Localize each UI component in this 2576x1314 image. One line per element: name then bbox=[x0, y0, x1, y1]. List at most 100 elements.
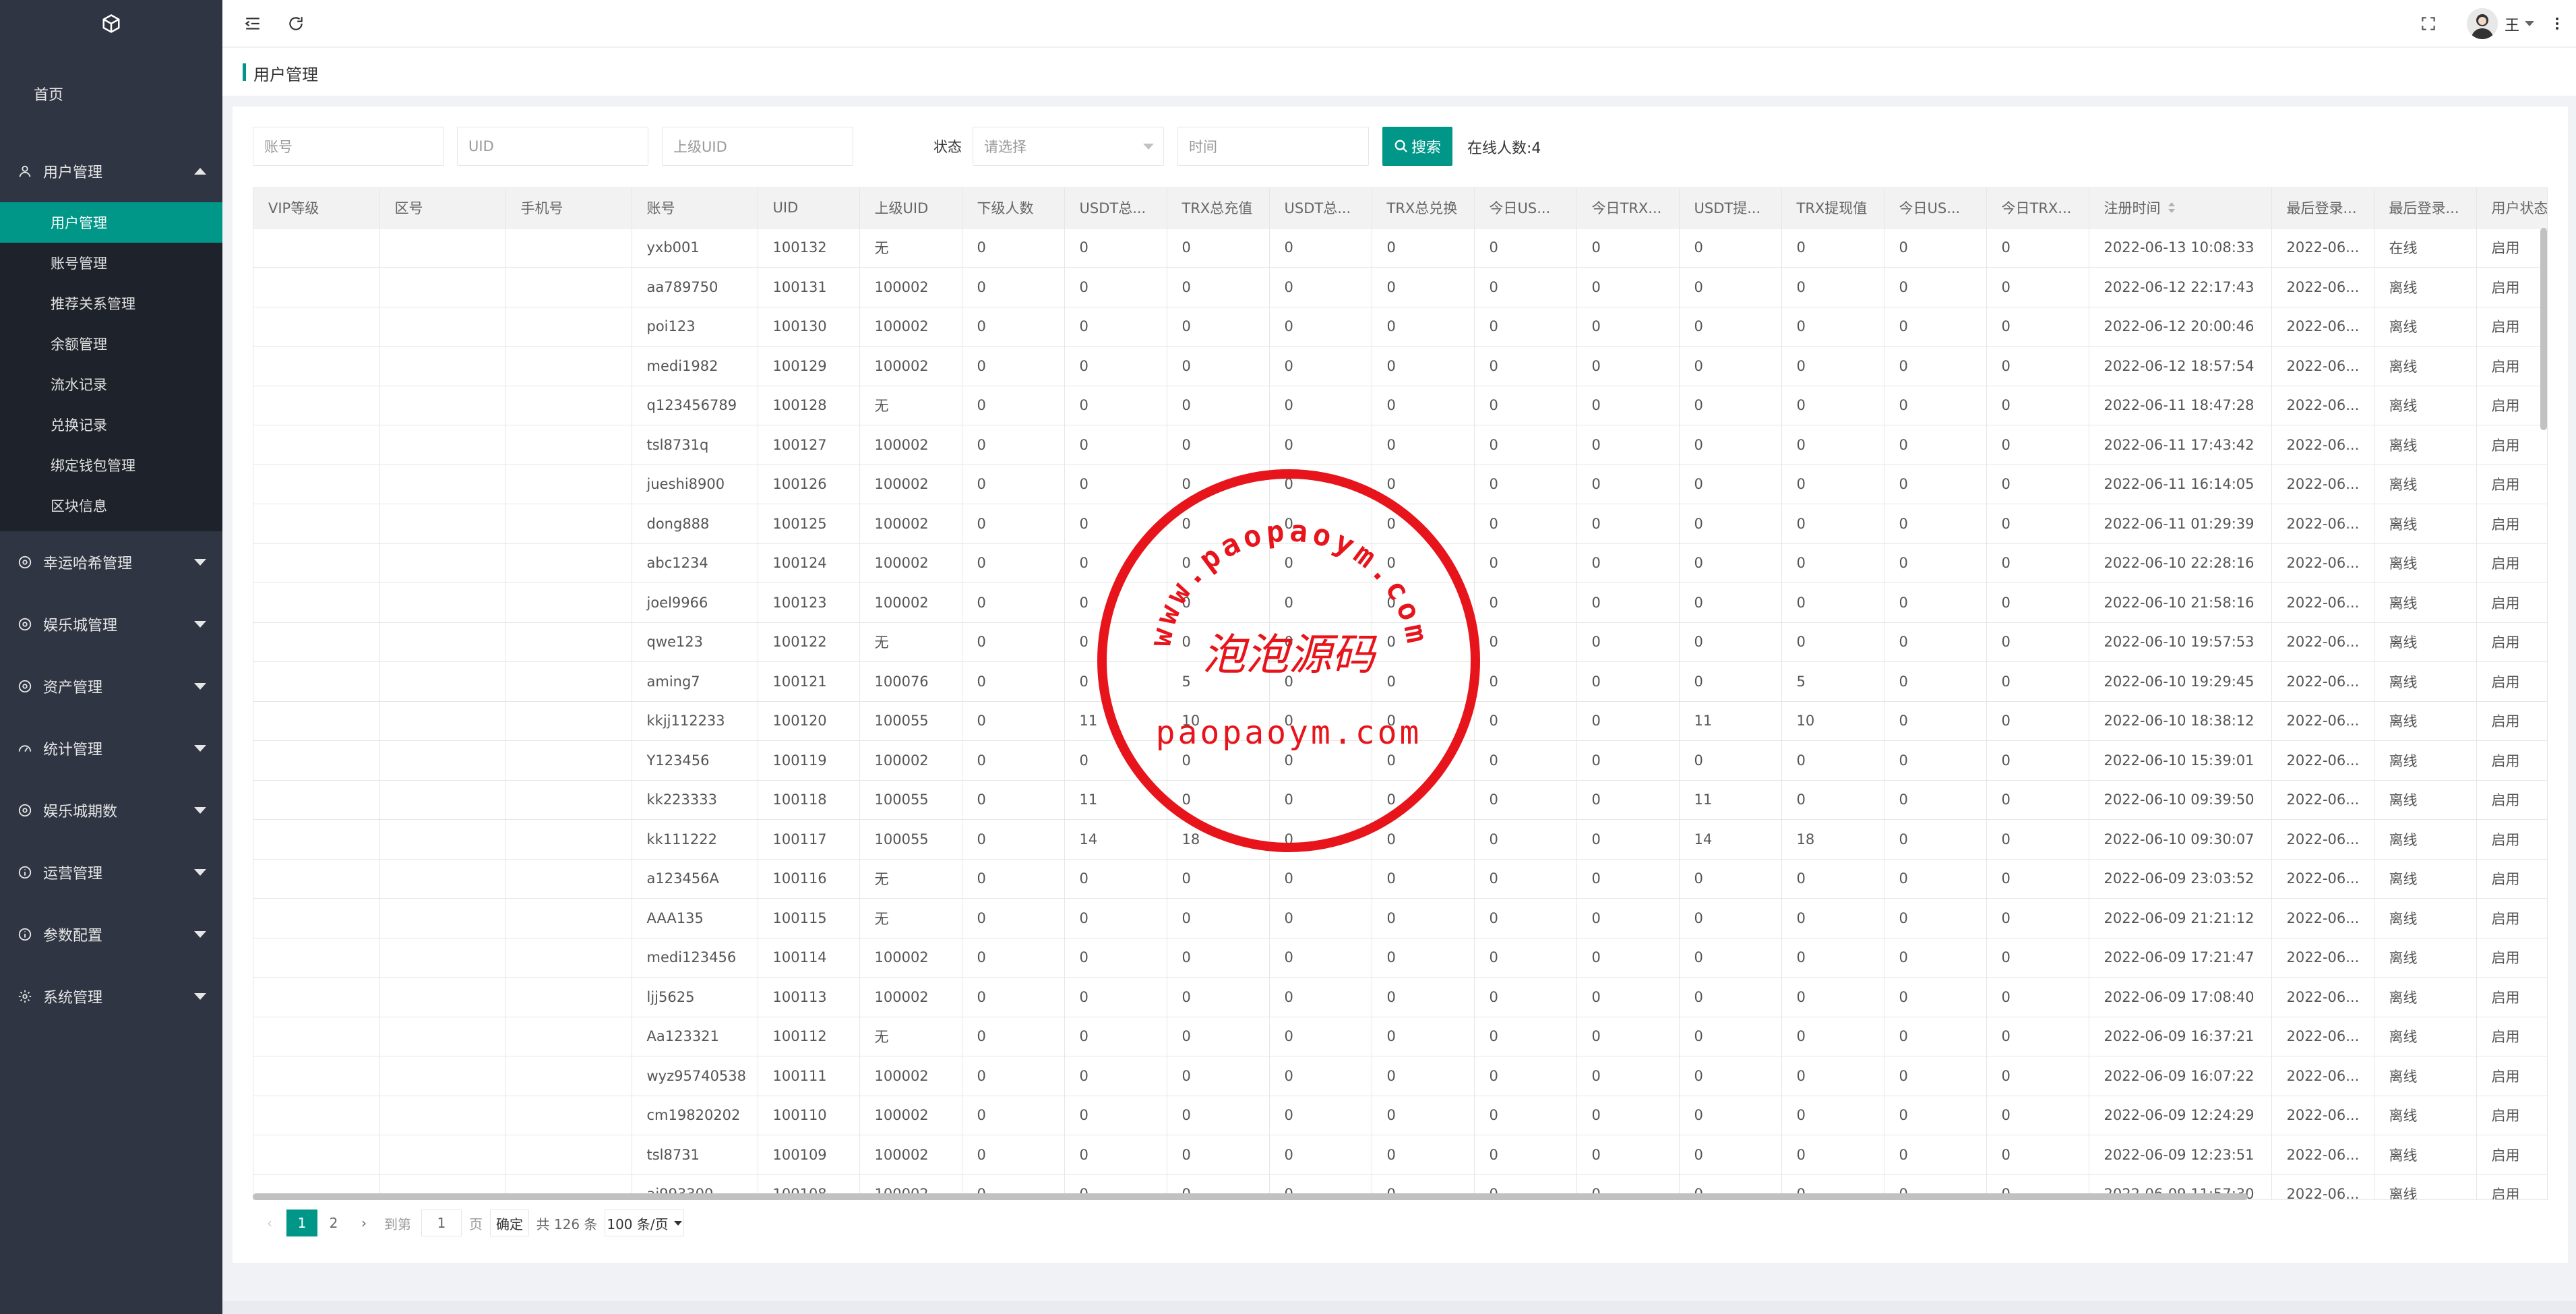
sidebar-item-wallet-binding[interactable]: 绑定钱包管理 bbox=[0, 445, 222, 485]
table-row[interactable]: AAA135 100115 无 0 0 0 0 0 0 0 0 0 0 0 2022-06-09 21:21… bbox=[253, 898, 2547, 938]
table-cell: 0 bbox=[1576, 583, 1680, 623]
table-row[interactable]: kk223333 100118 100055 0 11 0 0 0 0 0 11 0 0 0 2022-06… bbox=[253, 780, 2547, 820]
horizontal-scrollbar[interactable] bbox=[253, 1193, 2248, 1200]
table-row[interactable]: poi123 100130 100002 0 0 0 0 0 0 0 0 0 0 0 2022-06-12 … bbox=[253, 307, 2547, 347]
username[interactable]: 王 bbox=[2505, 13, 2519, 35]
sidebar-item-block-info[interactable]: 区块信息 bbox=[0, 485, 222, 526]
menu-toggle-button[interactable] bbox=[241, 12, 264, 35]
sidebar-item-transaction-records[interactable]: 流水记录 bbox=[0, 364, 222, 405]
fullscreen-button[interactable] bbox=[2417, 12, 2440, 35]
col-subordinates[interactable]: 下级人数 bbox=[962, 188, 1065, 229]
sidebar-item-account-management[interactable]: 账号管理 bbox=[0, 243, 222, 283]
table-cell: 11 bbox=[1679, 701, 1782, 741]
table-row[interactable]: q123456789 100128 无 0 0 0 0 0 0 0 0 0 0 0 2022-06-11 1… bbox=[253, 386, 2547, 425]
col-trx-withdraw[interactable]: TRX提现值 bbox=[1781, 188, 1884, 229]
sort-icon[interactable] bbox=[2168, 201, 2176, 217]
next-page-button[interactable]: › bbox=[354, 1210, 374, 1236]
table-row[interactable]: aa789750 100131 100002 0 0 0 0 0 0 0 0 0 0 0 2022-06-1… bbox=[253, 267, 2547, 307]
col-today-trx-2[interactable]: 今日TRX... bbox=[1986, 188, 2089, 229]
col-trx-total-recharge[interactable]: TRX总充值 bbox=[1167, 188, 1270, 229]
avatar[interactable] bbox=[2467, 8, 2498, 39]
table-row[interactable]: kkjj112233 100120 100055 0 11 10 0 0 0 0 11 10 0 0 202… bbox=[253, 701, 2547, 741]
col-usdt-total-recharge[interactable]: USDT总... bbox=[1064, 188, 1167, 229]
col-usdt-total-exchange[interactable]: USDT总... bbox=[1269, 188, 1372, 229]
table-row[interactable]: jueshi8900 100126 100002 0 0 0 0 0 0 0 0 0 0 0 2022-06… bbox=[253, 465, 2547, 504]
table-row[interactable]: Aa123321 100112 无 0 0 0 0 0 0 0 0 0 0 0 2022-06-09 16:… bbox=[253, 1017, 2547, 1056]
table-row[interactable]: a123456A 100116 无 0 0 0 0 0 0 0 0 0 0 0 2022-06-09 23:… bbox=[253, 859, 2547, 899]
sidebar-group-lucky-hash[interactable]: 幸运哈希管理 bbox=[0, 531, 222, 593]
logo[interactable] bbox=[0, 0, 222, 47]
col-today-usdt-2[interactable]: 今日US... bbox=[1884, 188, 1987, 229]
table-cell: q123456789 bbox=[632, 386, 758, 425]
col-area-code[interactable]: 区号 bbox=[379, 188, 506, 229]
table-row[interactable]: aming7 100121 100076 0 0 5 0 0 0 0 0 5 0 0 2022-06-10 … bbox=[253, 661, 2547, 702]
sidebar-group-user-management[interactable]: 用户管理 bbox=[0, 140, 222, 202]
page-size-select[interactable]: 100 条/页 bbox=[605, 1210, 684, 1236]
sidebar-group-system[interactable]: 系统管理 bbox=[0, 965, 222, 1027]
table-cell: 0 bbox=[1576, 267, 1680, 307]
table-row[interactable]: tsl8731q 100127 100002 0 0 0 0 0 0 0 0 0 0 0 2022-06-1… bbox=[253, 425, 2547, 465]
table-cell: 2022-06... bbox=[2271, 661, 2374, 702]
table-row[interactable]: wyz95740538 100111 100002 0 0 0 0 0 0 0 0 0 0 0 2022-0… bbox=[253, 1056, 2547, 1096]
sidebar-group-casino[interactable]: 娱乐城管理 bbox=[0, 593, 222, 655]
table-row[interactable]: ljj5625 100113 100002 0 0 0 0 0 0 0 0 0 0 0 2022-06-09… bbox=[253, 977, 2547, 1017]
col-vip-level[interactable]: VIP等级 bbox=[253, 188, 380, 229]
col-account[interactable]: 账号 bbox=[632, 188, 758, 229]
table-cell: 0 bbox=[1576, 346, 1680, 386]
chevron-down-icon[interactable] bbox=[2525, 21, 2534, 26]
table-row[interactable]: joel9966 100123 100002 0 0 0 0 0 0 0 0 0 0 0 2022-06-1… bbox=[253, 583, 2547, 623]
table-row[interactable]: abc1234 100124 100002 0 0 0 0 0 0 0 0 0 0 0 2022-06-10… bbox=[253, 543, 2547, 583]
parent-uid-input[interactable]: 上级UID bbox=[662, 127, 853, 166]
account-input[interactable]: 账号 bbox=[253, 127, 444, 166]
sidebar-group-casino-periods[interactable]: 娱乐城期数 bbox=[0, 779, 222, 841]
goto-page-input[interactable]: 1 bbox=[421, 1210, 462, 1236]
vertical-scrollbar[interactable] bbox=[2540, 228, 2547, 430]
col-uid[interactable]: UID bbox=[758, 188, 860, 229]
search-button[interactable]: 搜索 bbox=[1382, 127, 1452, 166]
sidebar-item-referral-management[interactable]: 推荐关系管理 bbox=[0, 283, 222, 324]
refresh-button[interactable] bbox=[284, 12, 307, 35]
table-cell: 离线 bbox=[2374, 661, 2477, 702]
col-phone[interactable]: 手机号 bbox=[505, 188, 632, 229]
col-today-usdt[interactable]: 今日US... bbox=[1474, 188, 1577, 229]
sidebar-item-user-management[interactable]: 用户管理 bbox=[0, 202, 222, 243]
goto-confirm-button[interactable]: 确定 bbox=[490, 1210, 529, 1236]
sidebar-group-parameters[interactable]: 参数配置 bbox=[0, 903, 222, 965]
col-today-trx[interactable]: 今日TRX... bbox=[1576, 188, 1680, 229]
more-button[interactable] bbox=[2549, 12, 2565, 35]
col-parent-uid[interactable]: 上级UID bbox=[859, 188, 962, 229]
sidebar-group-assets[interactable]: 资产管理 bbox=[0, 655, 222, 717]
table-row[interactable]: medi123456 100114 100002 0 0 0 0 0 0 0 0 0 0 0 2022-06… bbox=[253, 938, 2547, 978]
col-last-login[interactable]: 最后登录... bbox=[2271, 188, 2374, 229]
table-cell: 2022-06-10 22:28:16 bbox=[2089, 543, 2272, 583]
sidebar-item-exchange-records[interactable]: 兑换记录 bbox=[0, 405, 222, 445]
table-row[interactable]: tsl8731 100109 100002 0 0 0 0 0 0 0 0 0 0 0 2022-06-09… bbox=[253, 1135, 2547, 1175]
table-row[interactable]: qwe123 100122 无 0 0 0 0 0 0 0 0 0 0 0 2022-06-10 19:57… bbox=[253, 622, 2547, 662]
uid-input[interactable]: UID bbox=[457, 127, 648, 166]
col-user-status[interactable]: 用户状态 bbox=[2476, 188, 2547, 229]
sidebar-group-statistics[interactable]: 统计管理 bbox=[0, 717, 222, 779]
table-row[interactable]: yxb001 100132 无 0 0 0 0 0 0 0 0 0 0 0 2022-06-13 10:08… bbox=[253, 228, 2547, 268]
sidebar-item-balance-management[interactable]: 余额管理 bbox=[0, 324, 222, 364]
col-usdt-withdraw[interactable]: USDT提... bbox=[1679, 188, 1782, 229]
sidebar-group-operations[interactable]: 运营管理 bbox=[0, 841, 222, 903]
col-last-login-2[interactable]: 最后登录... bbox=[2374, 188, 2477, 229]
col-register-time[interactable]: 注册时间 bbox=[2089, 188, 2272, 229]
page-button-2[interactable]: 2 bbox=[320, 1210, 347, 1236]
table-cell: 离线 bbox=[2374, 701, 2477, 741]
page-button-1[interactable]: 1 bbox=[286, 1210, 317, 1236]
table-row[interactable]: dong888 100125 100002 0 0 0 0 0 0 0 0 0 0 0 2022-06-11… bbox=[253, 504, 2547, 544]
table-row[interactable]: cm19820202 100110 100002 0 0 0 0 0 0 0 0 0 0 0 2022-06… bbox=[253, 1096, 2547, 1135]
table-row[interactable]: kk111222 100117 100055 0 14 18 0 0 0 0 14 18 0 0 2022-… bbox=[253, 819, 2547, 860]
time-input[interactable]: 时间 bbox=[1177, 127, 1369, 166]
col-trx-total-exchange[interactable]: TRX总兑换 bbox=[1372, 188, 1475, 229]
table-cell: 启用 bbox=[2476, 1017, 2547, 1056]
sidebar-item-home[interactable]: 首页 bbox=[0, 47, 222, 140]
table-cell: 启用 bbox=[2476, 938, 2547, 978]
status-select[interactable]: 请选择 bbox=[973, 127, 1164, 166]
table-row[interactable]: medi1982 100129 100002 0 0 0 0 0 0 0 0 0 0 0 2022-06-1… bbox=[253, 346, 2547, 386]
prev-page-button[interactable]: ‹ bbox=[259, 1210, 280, 1236]
table-row[interactable]: Y123456 100119 100002 0 0 0 0 0 0 0 0 0 0 0 2022-06-10… bbox=[253, 740, 2547, 781]
table-cell: qwe123 bbox=[632, 622, 758, 662]
table-cell: 100002 bbox=[859, 740, 962, 781]
